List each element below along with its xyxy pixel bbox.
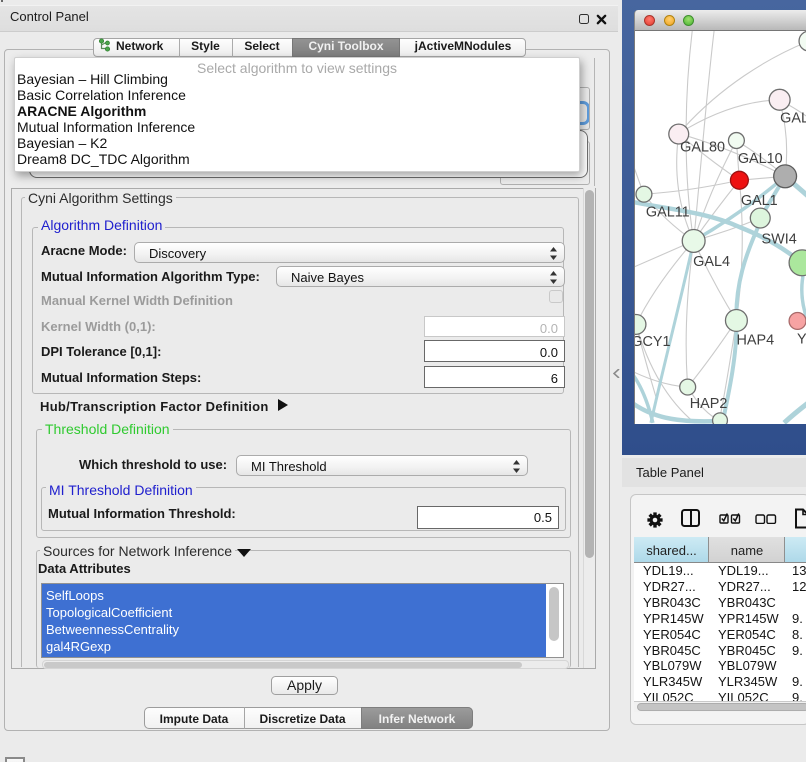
svg-text:GAL2: GAL2 [780, 111, 806, 127]
svg-text:SWI4: SWI4 [762, 231, 797, 247]
svg-text:GAL11: GAL11 [646, 205, 690, 221]
svg-text:GAL1: GAL1 [741, 193, 778, 209]
svg-text:HAP4: HAP4 [736, 332, 774, 348]
svg-text:GCY1: GCY1 [634, 334, 671, 350]
svg-text:HAP2: HAP2 [690, 396, 728, 412]
svg-text:GAL80: GAL80 [680, 139, 725, 155]
svg-text:GAL4: GAL4 [693, 254, 730, 270]
svg-text:GAL10: GAL10 [738, 151, 783, 167]
svg-text:YD: YD [797, 331, 806, 347]
